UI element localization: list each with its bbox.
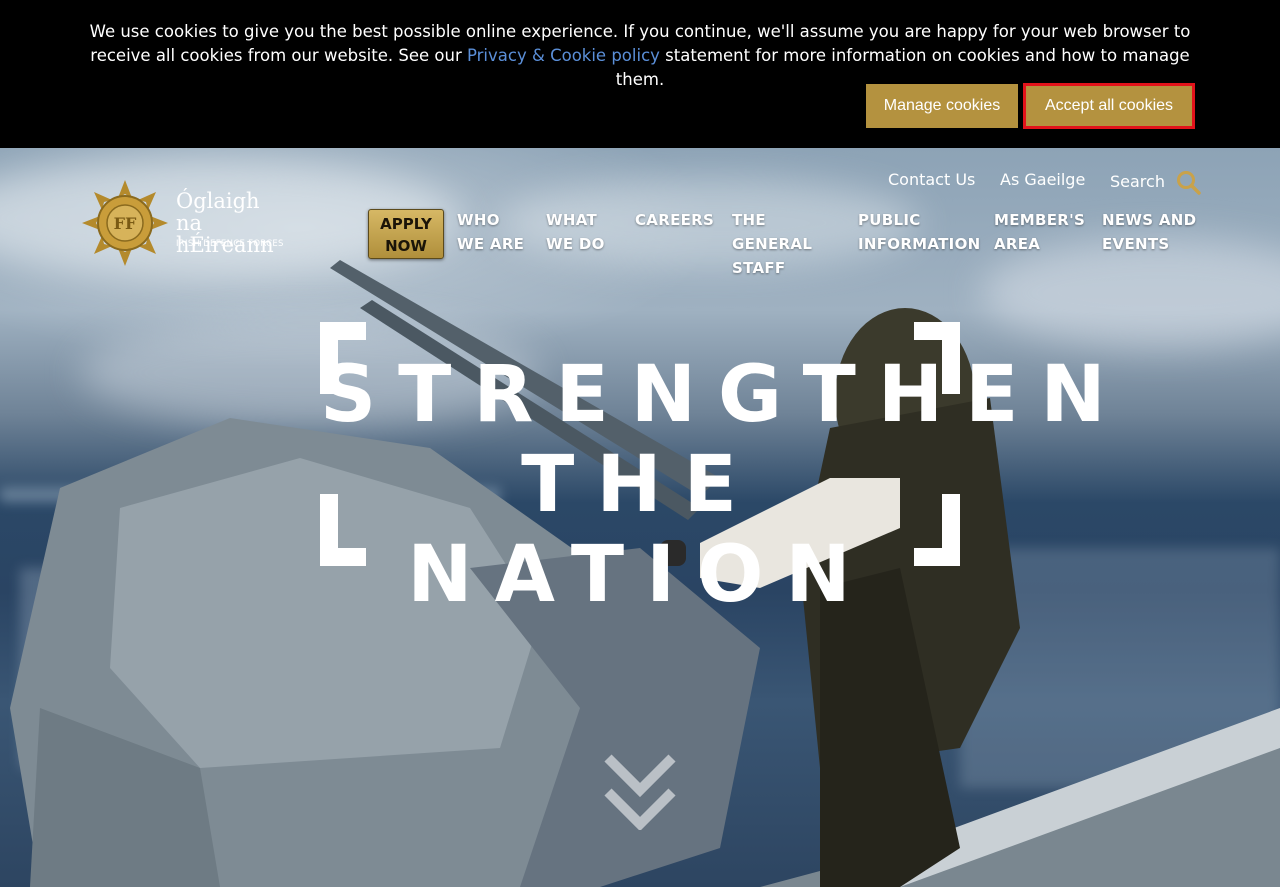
nav-label: GENERAL <box>732 235 813 253</box>
nav-careers[interactable]: CAREERS <box>635 208 714 232</box>
nav-label: AREA <box>994 235 1041 253</box>
nav-label: NEWS AND <box>1102 211 1197 229</box>
privacy-cookie-policy-link[interactable]: Privacy & Cookie policy <box>467 46 660 65</box>
bracket-top-left <box>320 322 366 340</box>
nav-label: PUBLIC <box>858 211 921 229</box>
nav-label: WE DO <box>546 235 605 253</box>
nav-label: MEMBER'S <box>994 211 1086 229</box>
cookie-banner: We use cookies to give you the best poss… <box>0 0 1280 148</box>
nav-the-general-staff[interactable]: THE GENERAL STAFF <box>732 208 812 280</box>
apply-now-button[interactable]: APPLY NOW <box>368 209 444 259</box>
accept-all-cookies-button[interactable]: Accept all cookies <box>1023 83 1195 129</box>
nav-label: THE <box>732 211 766 229</box>
manage-cookies-button[interactable]: Manage cookies <box>866 84 1018 128</box>
defence-forces-crest-icon: FF <box>82 180 168 266</box>
nav-label: WHAT <box>546 211 597 229</box>
bracket-top-right <box>914 322 960 340</box>
contact-us-link[interactable]: Contact Us <box>888 170 975 189</box>
search-icon[interactable] <box>1176 170 1202 196</box>
nav-label: EVENTS <box>1102 235 1170 253</box>
chevron-double-down-icon[interactable] <box>604 752 676 832</box>
nav-label: STAFF <box>732 259 786 277</box>
svg-text:FF: FF <box>114 214 137 233</box>
logo-line-2: na hÉireann <box>176 211 274 257</box>
as-gaeilge-link[interactable]: As Gaeilge <box>1000 170 1085 189</box>
hero-headline-line-1: STRENGTHEN <box>320 350 1128 440</box>
nav-who-we-are[interactable]: WHO WE ARE <box>457 208 524 256</box>
nav-label: WE ARE <box>457 235 525 253</box>
nav-label: INFORMATION <box>858 235 981 253</box>
logo-line-1: Óglaigh <box>176 189 260 213</box>
cookie-message: We use cookies to give you the best poss… <box>80 20 1200 92</box>
search-link[interactable]: Search <box>1110 172 1165 191</box>
nav-what-we-do[interactable]: WHAT WE DO <box>546 208 605 256</box>
site-logo[interactable]: FF Óglaigh na hÉireann IRISH DEFENCE FOR… <box>82 180 294 266</box>
nav-news-and-events[interactable]: NEWS AND EVENTS <box>1102 208 1196 256</box>
apply-line-2: NOW <box>385 237 427 255</box>
logo-line-3: IRISH DEFENCE FORCES <box>176 239 284 249</box>
nav-label: WHO <box>457 211 500 229</box>
cookie-text-after: statement for more information on cookie… <box>615 46 1190 89</box>
apply-line-1: APPLY <box>380 215 432 233</box>
nav-label: CAREERS <box>635 211 715 229</box>
nav-members-area[interactable]: MEMBER'S AREA <box>994 208 1085 256</box>
hero-headline-line-2: THE NATION <box>407 440 873 620</box>
nav-public-information[interactable]: PUBLIC INFORMATION <box>858 208 980 256</box>
